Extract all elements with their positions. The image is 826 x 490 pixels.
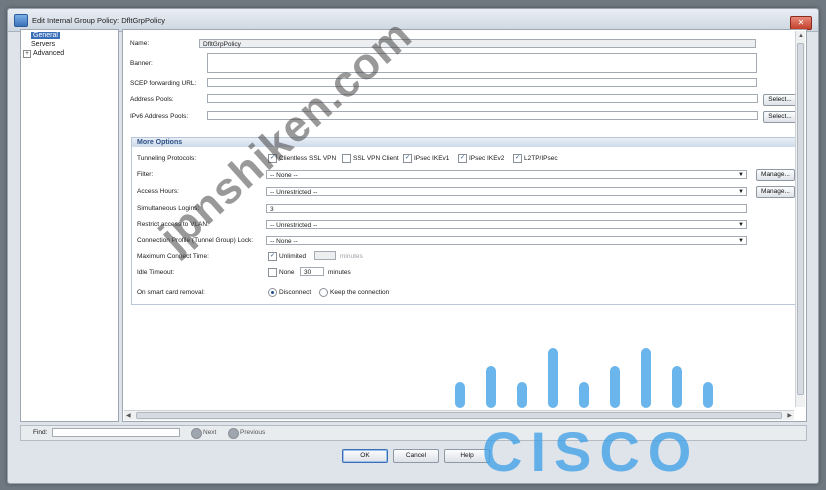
- scep-url-label: SCEP forwarding URL:: [130, 80, 197, 87]
- connection-profile-dropdown[interactable]: -- None -- ▼: [266, 236, 747, 245]
- find-next-button[interactable]: Next: [203, 429, 216, 436]
- simultaneous-logins-input[interactable]: 3: [266, 204, 747, 213]
- cisco-logo-bars-icon: [455, 348, 713, 408]
- protocol-label: L2TP/IPsec: [524, 155, 558, 162]
- chevron-down-icon: ▼: [738, 238, 744, 244]
- vertical-scroll-thumb[interactable]: [797, 43, 804, 395]
- connection-profile-value: -- None --: [270, 238, 298, 245]
- find-previous-button[interactable]: Previous: [240, 429, 265, 436]
- filter-label: Filter:: [137, 171, 154, 178]
- access-hours-value: -- Unrestricted --: [270, 189, 318, 196]
- ipv6-pools-select-button[interactable]: Select...: [763, 111, 797, 123]
- find-input[interactable]: [52, 428, 180, 437]
- access-hours-dropdown[interactable]: -- Unrestricted -- ▼: [266, 187, 747, 196]
- max-minutes-label: minutes: [340, 253, 363, 260]
- horizontal-scroll-thumb[interactable]: [136, 412, 782, 419]
- tree-item-label: Servers: [31, 41, 56, 48]
- next-icon[interactable]: [191, 428, 202, 439]
- checkbox-max-unlimited[interactable]: ✓: [268, 252, 277, 261]
- tree-item-advanced[interactable]: + Advanced: [23, 50, 64, 58]
- max-connect-label: Maximum Connect Time:: [137, 253, 209, 260]
- checkbox-ipsec-ikev2[interactable]: ✓: [458, 154, 467, 163]
- checkbox-l2tp-ipsec[interactable]: ✓: [513, 154, 522, 163]
- scroll-up-icon[interactable]: ▲: [798, 33, 804, 39]
- protocol-label: IPsec IKEv2: [469, 155, 505, 162]
- radio-disconnect[interactable]: [268, 288, 277, 297]
- checkbox-idle-none[interactable]: [268, 268, 277, 277]
- protocol-label: SSL VPN Client: [353, 155, 399, 162]
- unlimited-label: Unlimited: [279, 253, 307, 260]
- previous-icon[interactable]: [228, 428, 239, 439]
- chevron-down-icon: ▼: [738, 189, 744, 195]
- name-label: Name:: [130, 40, 150, 47]
- disconnect-label: Disconnect: [279, 289, 312, 296]
- vertical-scrollbar[interactable]: ▲: [795, 31, 805, 407]
- chevron-down-icon: ▼: [738, 222, 744, 228]
- scroll-right-icon[interactable]: ▶: [787, 412, 792, 419]
- radio-keep-connection[interactable]: [319, 288, 328, 297]
- find-label: Find:: [33, 429, 48, 436]
- checkbox-ssl-client[interactable]: [342, 154, 351, 163]
- close-button[interactable]: ✕: [790, 16, 812, 30]
- filter-dropdown[interactable]: -- None -- ▼: [266, 170, 747, 179]
- filter-manage-button[interactable]: Manage...: [756, 169, 795, 181]
- access-hours-manage-button[interactable]: Manage...: [756, 186, 795, 198]
- ok-button[interactable]: OK: [342, 449, 388, 463]
- banner-label: Banner:: [130, 60, 153, 67]
- idle-none-label: None: [279, 269, 295, 276]
- tree-item-general[interactable]: General: [31, 32, 60, 39]
- address-pools-label: Address Pools:: [130, 96, 174, 103]
- banner-input[interactable]: [207, 53, 757, 73]
- ipv6-pools-label: IPv6 Address Pools:: [130, 113, 189, 120]
- tree-item-label: General: [31, 32, 60, 39]
- more-options-header[interactable]: More Options: [132, 138, 796, 147]
- idle-timeout-label: Idle Timeout:: [137, 269, 175, 276]
- checkbox-ipsec-ikev1[interactable]: ✓: [403, 154, 412, 163]
- cisco-logo-text: CISCO: [482, 420, 700, 483]
- keep-connection-label: Keep the connection: [330, 289, 390, 296]
- app-icon: [14, 14, 28, 27]
- expand-icon[interactable]: +: [23, 50, 31, 58]
- window-title: Edit Internal Group Policy: DfltGrpPolic…: [32, 16, 165, 25]
- protocol-label: IPsec IKEv1: [414, 155, 450, 162]
- more-options-title: More Options: [137, 139, 183, 146]
- chevron-down-icon: ▼: [738, 172, 744, 178]
- vlan-dropdown[interactable]: -- Unrestricted -- ▼: [266, 220, 747, 229]
- cancel-button[interactable]: Cancel: [393, 449, 439, 463]
- name-field: DfltGrpPolicy: [199, 39, 756, 48]
- address-pools-select-button[interactable]: Select...: [763, 94, 797, 106]
- tunneling-label: Tunneling Protocols:: [137, 155, 197, 162]
- tree-item-servers[interactable]: Servers: [31, 41, 55, 48]
- scroll-left-icon[interactable]: ◀: [126, 412, 131, 419]
- idle-timeout-input[interactable]: 30: [300, 267, 324, 276]
- smart-card-label: On smart card removal:: [137, 289, 205, 296]
- max-connect-input: [314, 251, 336, 260]
- access-hours-label: Access Hours:: [137, 188, 179, 195]
- tree-item-label: Advanced: [33, 50, 65, 57]
- scep-url-input[interactable]: [207, 78, 757, 87]
- vlan-value: -- Unrestricted --: [270, 222, 318, 229]
- idle-minutes-label: minutes: [328, 269, 351, 276]
- navigation-tree: General Servers + Advanced: [20, 29, 119, 422]
